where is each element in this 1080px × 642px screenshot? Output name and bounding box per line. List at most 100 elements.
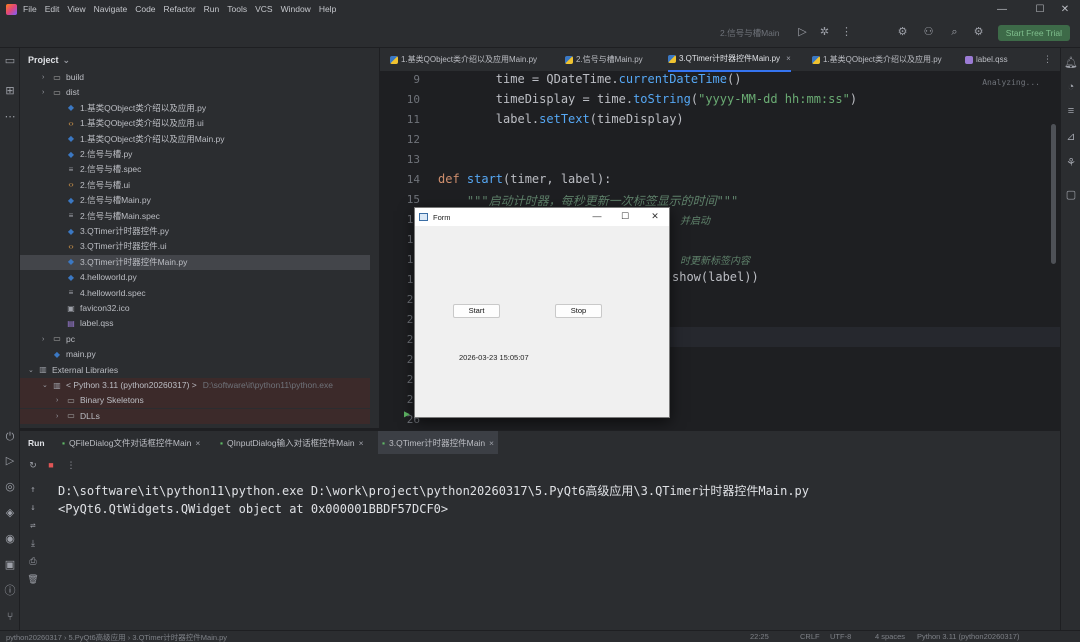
project-tool-icon[interactable]: ▭ (3, 54, 17, 68)
run-tab[interactable]: ▪ QFileDialog文件对话框控件Main × (62, 431, 200, 455)
run-tab[interactable]: ▪ QInputDialog输入对话框控件Main × (220, 431, 364, 455)
line-separator[interactable]: CRLF (800, 632, 820, 641)
project-tree-item[interactable]: ⌄ ▥ External Libraries (20, 363, 370, 378)
project-tree-item[interactable]: › ▭ build (20, 70, 370, 85)
notifications-icon[interactable]: 🔔︎ (1064, 56, 1078, 70)
project-tree-item[interactable]: ◆ 2.信号与槽Main.py (20, 193, 370, 208)
editor-tab-active[interactable]: 3.QTimer计时器控件Main.py × (668, 48, 791, 72)
more-tools-icon[interactable]: ⋯ (3, 110, 17, 124)
debug-icon[interactable]: ✲ (818, 26, 831, 39)
scroll-up-icon[interactable]: ↑ (27, 484, 39, 496)
expand-chevron-icon[interactable]: › (42, 70, 52, 85)
menu-edit[interactable]: Edit (45, 4, 60, 14)
expand-chevron-icon[interactable]: › (42, 332, 52, 347)
sciview-icon[interactable]: ⊿ (1064, 130, 1078, 144)
database-icon[interactable]: ≡ (1064, 104, 1078, 118)
project-tree-item[interactable]: ≡ 2.信号与槽.spec (20, 162, 370, 177)
project-tree-item[interactable]: ◆ 2.信号与槽.py (20, 147, 370, 162)
print-icon[interactable]: ⎙ (27, 556, 39, 568)
run-gutter-icon[interactable]: ▶ (404, 409, 410, 420)
project-tree-item[interactable]: › ▭ pc (20, 332, 370, 347)
editor-tab[interactable]: 1.基类QObject类介绍以及应用Main.py (390, 48, 537, 72)
code-with-me-icon[interactable]: ⚇ (922, 26, 935, 39)
project-tree-item[interactable]: ▤ label.qss (20, 316, 370, 331)
scroll-to-end-icon[interactable]: ⤓ (27, 538, 39, 550)
project-tree-item[interactable]: ▣ favicon32.ico (20, 301, 370, 316)
status-breadcrumb[interactable]: python20260317 › 5.PyQt6高级应用 › 3.QTimer计… (6, 632, 227, 642)
menu-run[interactable]: Run (204, 4, 220, 14)
run-console[interactable]: ↑ ↓ ⇌ ⤓ ⎙ 🗑︎ D:\software\it\python11\pyt… (20, 476, 1060, 630)
menu-help[interactable]: Help (319, 4, 336, 14)
tab-close-icon[interactable]: × (359, 431, 364, 455)
stop-button[interactable]: Stop (555, 304, 602, 318)
project-tree-item[interactable]: › ▭ dist (20, 85, 370, 100)
settings-icon[interactable]: ⚙ (972, 26, 985, 39)
project-tree-item[interactable]: ‹› 3.QTimer计时器控件.ui (20, 239, 370, 254)
expand-chevron-icon[interactable]: › (56, 393, 66, 408)
search-icon[interactable]: ⌕ (948, 26, 961, 39)
python-console-icon[interactable]: ◈ (3, 506, 17, 520)
ai-chat-icon[interactable]: ◔ (1064, 80, 1078, 94)
tab-close-icon[interactable]: × (489, 431, 494, 455)
ai-assistant-icon[interactable]: ⚙ (896, 26, 909, 39)
start-button[interactable]: Start (453, 304, 500, 318)
file-encoding[interactable]: UTF-8 (830, 632, 851, 641)
services-icon[interactable]: ⏻ (3, 430, 17, 444)
project-tree-item[interactable]: ⌄ ▥ < Python 3.11 (python20260317) > D:\sof… (20, 378, 370, 393)
remote-host-icon[interactable]: ▢ (1064, 188, 1078, 202)
project-tree-item[interactable]: ◆ 3.QTimer计时器控件Main.py (20, 254, 370, 270)
editor-tab[interactable]: 2.信号与槽Main.py (565, 48, 643, 72)
python-packages-icon[interactable]: ◎ (3, 480, 17, 494)
rerun-icon[interactable]: ↻ (27, 459, 39, 471)
menu-window[interactable]: Window (281, 4, 311, 14)
editor-tab[interactable]: label.qss (965, 48, 1008, 72)
structure-tool-icon[interactable]: ⊞ (3, 84, 17, 98)
tab-close-icon[interactable]: × (195, 431, 200, 455)
expand-chevron-icon[interactable]: › (42, 85, 52, 100)
run-icon[interactable]: ▷ (796, 26, 809, 39)
project-tree-item[interactable]: ‹› 2.信号与槽.ui (20, 178, 370, 193)
project-tree-item[interactable]: ◆ main.py (20, 347, 370, 362)
endpoints-icon[interactable]: ⚘ (1064, 156, 1078, 170)
project-tree-item[interactable]: ◆ 1.基类QObject类介绍以及应用Main.py (20, 132, 370, 147)
project-tree-item[interactable]: › ▭ Binary Skeletons (20, 393, 370, 409)
menu-view[interactable]: View (67, 4, 85, 14)
editor-scrollbar[interactable] (1051, 124, 1056, 264)
project-tree-item[interactable]: › ▭ DLLs (20, 408, 370, 424)
start-free-trial-button[interactable]: Start Free Trial (997, 25, 1070, 41)
clear-all-icon[interactable]: 🗑︎ (27, 574, 39, 586)
more-options-icon[interactable]: ⋮ (65, 459, 77, 471)
window-minimize-button[interactable]: — (987, 0, 1017, 18)
chevron-down-icon[interactable]: ⌄ (63, 55, 71, 66)
terminal-icon[interactable]: ▣ (3, 558, 17, 572)
project-tree-item[interactable]: ◆ 4.helloworld.py (20, 270, 370, 285)
expand-chevron-icon[interactable]: ⌄ (42, 378, 52, 393)
expand-chevron-icon[interactable]: ⌄ (28, 363, 38, 378)
qt-maximize-button[interactable]: ☐ (617, 211, 633, 222)
menu-refactor[interactable]: Refactor (164, 4, 196, 14)
more-actions-icon[interactable]: ⋮ (840, 26, 853, 39)
soft-wrap-icon[interactable]: ⇌ (27, 520, 39, 532)
todo-icon[interactable]: ⓘ (3, 584, 17, 598)
project-panel-header[interactable]: Project ⌄ (20, 48, 379, 72)
project-tree-item[interactable]: ◆ 3.QTimer计时器控件.py (20, 224, 370, 239)
project-tree-item[interactable]: ≡ 4.helloworld.spec (20, 286, 370, 301)
project-tree-item[interactable]: ≡ 2.信号与槽Main.spec (20, 209, 370, 224)
indent-setting[interactable]: 4 spaces (875, 632, 905, 641)
run-tool-icon[interactable]: ▷ (3, 454, 17, 468)
run-tab-active[interactable]: ▪ 3.QTimer计时器控件Main × (378, 431, 499, 455)
editor-tab[interactable]: 1.基类QObject类介绍以及应用.py (812, 48, 942, 72)
project-tree-item[interactable]: ‹› 1.基类QObject类介绍以及应用.ui (20, 116, 370, 131)
project-tree-item[interactable]: ◆ 1.基类QObject类介绍以及应用.py (20, 101, 370, 116)
window-close-button[interactable]: ✕ (1050, 0, 1080, 18)
scroll-down-icon[interactable]: ↓ (27, 502, 39, 514)
python-interpreter[interactable]: Python 3.11 (python20260317) (917, 632, 1019, 641)
menu-tools[interactable]: Tools (227, 4, 247, 14)
expand-chevron-icon[interactable]: › (56, 409, 66, 424)
menu-navigate[interactable]: Navigate (94, 4, 128, 14)
tab-close-icon[interactable]: × (786, 47, 791, 71)
git-icon[interactable]: ⑂ (3, 610, 17, 624)
menu-code[interactable]: Code (135, 4, 155, 14)
problems-icon[interactable]: ◉ (3, 532, 17, 546)
qt-close-button[interactable]: ✕ (647, 211, 663, 222)
